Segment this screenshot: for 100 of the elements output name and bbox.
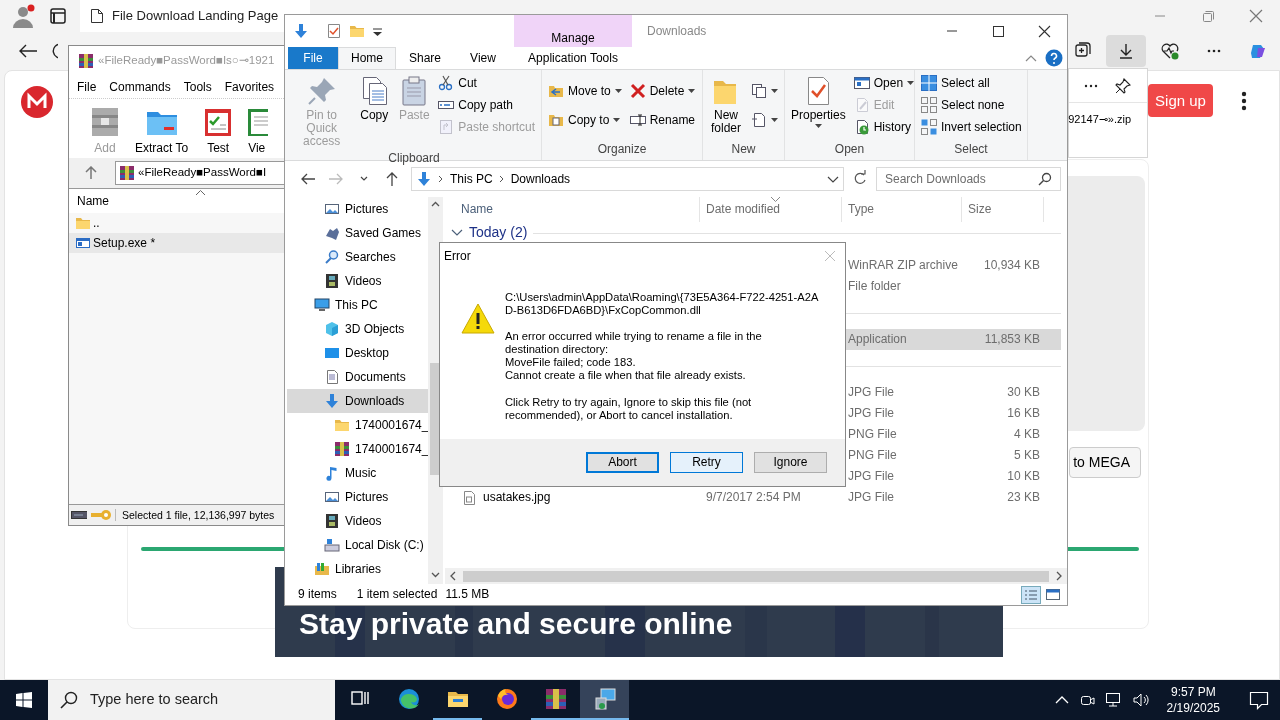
clock-time[interactable]: 9:57 PM — [1170, 683, 1216, 700]
ribbon-button[interactable]: Copy path — [436, 95, 537, 115]
collections-icon[interactable] — [1073, 42, 1091, 60]
column-header[interactable]: Size — [962, 197, 1044, 222]
scroll-thumb[interactable] — [463, 570, 1049, 582]
nav-item[interactable]: 3D Objects — [287, 317, 429, 341]
profile-avatar[interactable] — [10, 3, 36, 29]
nav-item[interactable]: Searches — [287, 245, 429, 269]
toolbar-button[interactable]: Extract To — [135, 105, 189, 155]
ribbon-button[interactable]: Copy to — [546, 110, 624, 130]
dialog-button[interactable]: Abort — [586, 452, 659, 473]
nav-item[interactable]: Videos — [287, 269, 429, 293]
nav-item[interactable]: 1740001674_ — [287, 437, 429, 461]
breadcrumb[interactable]: Downloads — [510, 171, 571, 187]
ribbon-button[interactable]: Delete — [627, 81, 698, 101]
toolbar-button[interactable]: Test — [192, 105, 245, 155]
image-file-icon — [461, 489, 477, 506]
ribbon-button[interactable]: History — [851, 117, 917, 137]
ribbon-button[interactable]: Cut — [436, 73, 537, 93]
tab-actions-icon[interactable] — [50, 8, 66, 24]
nav-item[interactable]: Local Disk (C:) — [287, 533, 429, 557]
nav-item[interactable]: Downloads — [287, 389, 429, 413]
nav-item[interactable]: Pictures — [287, 485, 429, 509]
nav-item[interactable]: Documents — [287, 365, 429, 389]
ribbon-tab[interactable]: File — [288, 47, 338, 69]
scrollbar[interactable] — [445, 568, 1067, 584]
column-header[interactable]: Date modified — [700, 197, 842, 222]
breadcrumb[interactable]: This PC — [450, 171, 493, 187]
back-arrow-icon[interactable] — [18, 43, 38, 59]
nav-item[interactable]: Desktop — [287, 341, 429, 365]
ribbon-tab[interactable]: View — [454, 47, 512, 69]
ribbon-button[interactable]: Open — [851, 73, 917, 93]
ribbon-button[interactable] — [749, 81, 780, 101]
ribbon-tab[interactable]: Application Tools — [514, 47, 632, 69]
search-field[interactable]: Search Downloads — [876, 167, 1061, 191]
ribbon-button[interactable]: Copy — [356, 73, 393, 125]
ribbon-button[interactable]: New folder — [707, 73, 745, 138]
kebab-menu-icon[interactable] — [1241, 91, 1247, 111]
caret-icon — [771, 89, 778, 93]
downloads-button[interactable] — [1106, 35, 1146, 67]
refresh-icon[interactable] — [52, 42, 58, 60]
ribbon-button[interactable]: Rename — [627, 110, 698, 130]
ribbon-button[interactable]: Properties — [789, 73, 848, 131]
ribbon-button[interactable] — [749, 110, 780, 130]
ribbon-tab[interactable]: Home — [338, 47, 396, 69]
file-row[interactable]: usatakes.jpg 9/7/2017 2:54 PM JPG File 23 KB — [445, 487, 1061, 508]
address-bar[interactable]: This PC Downloads — [411, 167, 844, 191]
menu-item[interactable]: Commands — [109, 79, 171, 95]
nav-item[interactable]: Music — [287, 461, 429, 485]
toolbar-button[interactable]: Vie — [248, 105, 269, 155]
taskbar-button[interactable] — [580, 680, 629, 720]
column-header[interactable]: Name — [77, 193, 109, 209]
ribbon-button[interactable]: Move to — [546, 81, 624, 101]
volume-icon[interactable] — [1132, 692, 1151, 708]
properties-icon[interactable] — [327, 23, 341, 39]
file-row[interactable]: .. — [69, 213, 284, 233]
collapse-ribbon-icon[interactable] — [1025, 54, 1037, 62]
back-arrow-icon[interactable] — [300, 171, 316, 187]
nav-item[interactable]: Pictures — [287, 197, 429, 221]
file-row[interactable]: Setup.exe * — [69, 233, 284, 253]
dialog-button[interactable]: Ignore — [754, 452, 827, 473]
pin-icon[interactable] — [1115, 77, 1131, 94]
network-icon[interactable] — [1104, 692, 1123, 708]
download-icon[interactable] — [293, 23, 309, 39]
help-icon[interactable] — [1045, 49, 1063, 67]
mega-button[interactable]: to MEGA — [1069, 447, 1141, 478]
chevron-up-icon[interactable] — [1054, 695, 1069, 705]
ribbon-button[interactable]: Select all — [919, 73, 1024, 93]
nav-item[interactable]: 1740001674_ — [287, 413, 429, 437]
easy-access-icon — [751, 112, 767, 128]
sign-up-button[interactable]: Sign up — [1148, 84, 1213, 117]
column-header[interactable]: Type — [842, 197, 962, 222]
customize-icon[interactable] — [373, 26, 382, 36]
copilot-icon[interactable] — [1249, 42, 1267, 60]
download-filename[interactable]: 92147⊸».zip — [1068, 113, 1131, 127]
nav-item[interactable]: Libraries — [287, 557, 429, 581]
menu-item[interactable]: Favorites — [224, 79, 275, 95]
ribbon-button[interactable]: Select none — [919, 95, 1024, 115]
windows-start-icon[interactable] — [16, 692, 32, 708]
nav-item[interactable]: This PC — [287, 293, 429, 317]
up-arrow-icon[interactable] — [384, 171, 400, 187]
taskbar-search-field[interactable]: Type here to search — [48, 680, 335, 720]
group-label: Clipboard — [387, 150, 441, 165]
nav-item[interactable]: Saved Games — [287, 221, 429, 245]
dialog-button[interactable]: Retry — [670, 452, 743, 473]
menu-item[interactable]: File — [77, 79, 97, 95]
path-field[interactable]: «FileReady■PassWord■I — [115, 161, 284, 185]
ribbon-tab[interactable]: Share — [396, 47, 454, 69]
menu-item[interactable]: Tools — [183, 79, 212, 95]
clock-date[interactable]: 2/19/2025 — [1166, 700, 1220, 717]
health-icon[interactable] — [1161, 42, 1179, 60]
file-size: 4 KB — [1014, 427, 1040, 442]
item-count: 9 items — [298, 587, 337, 602]
column-header[interactable]: Name — [445, 197, 700, 222]
details-view-icon[interactable] — [1021, 585, 1041, 604]
select-all-icon — [921, 75, 937, 91]
nav-item[interactable]: Videos — [287, 509, 429, 533]
browser-tab[interactable]: File Download Landing Page — [80, 0, 310, 32]
ribbon-button[interactable]: Invert selection — [919, 117, 1024, 137]
folder-icon — [75, 215, 91, 231]
